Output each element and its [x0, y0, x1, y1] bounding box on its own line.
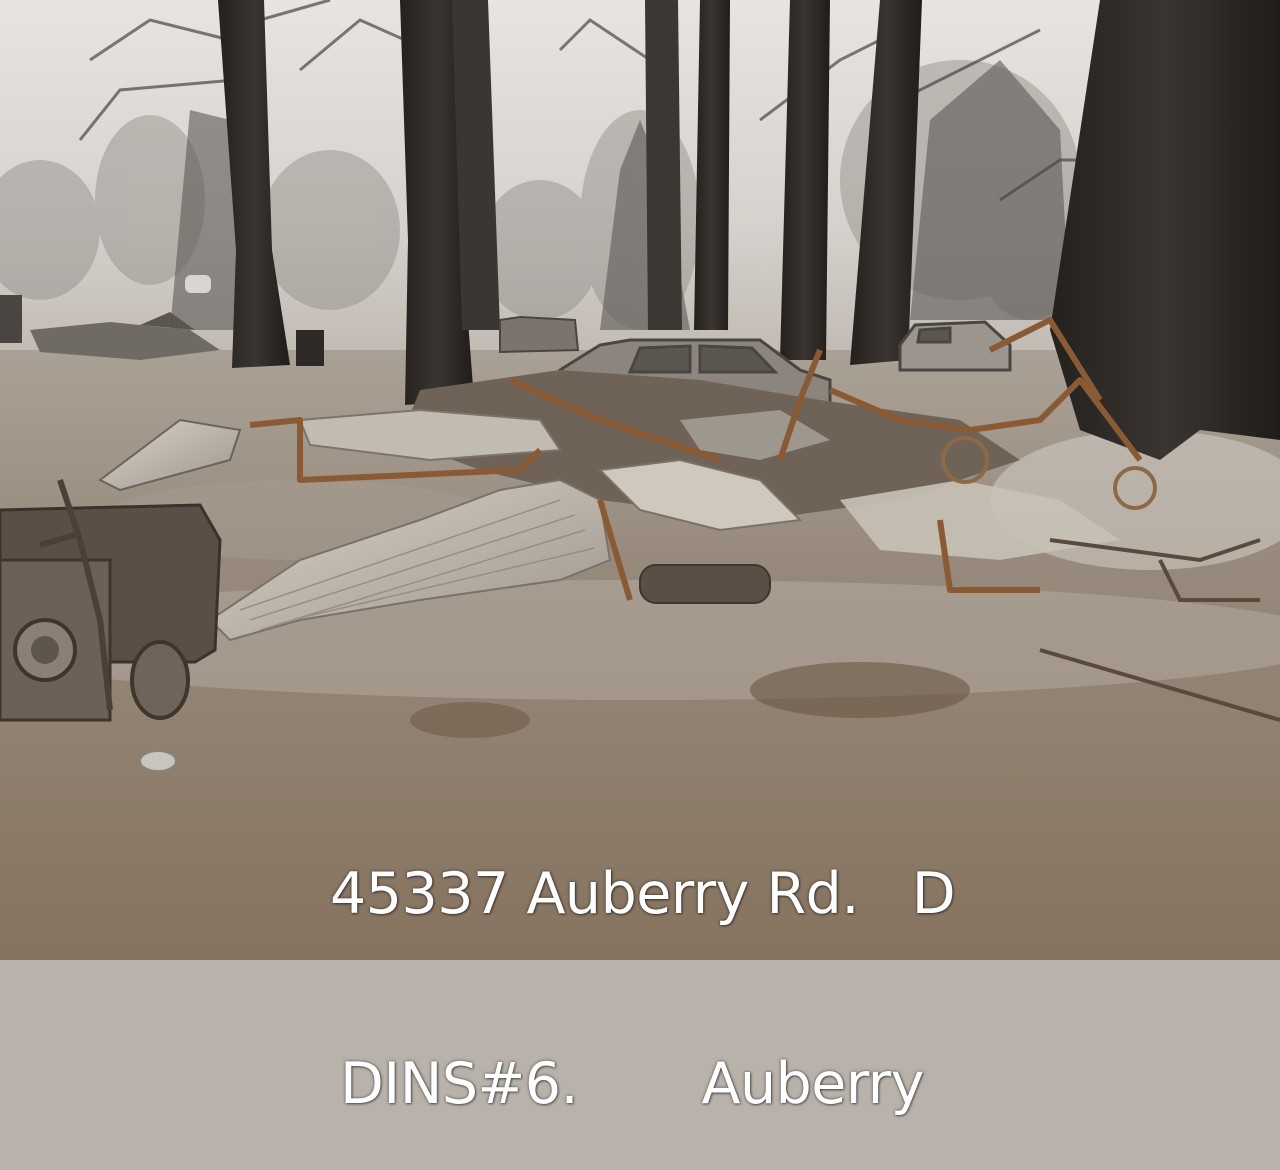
burned-vehicle-back	[499, 315, 580, 354]
address-caption: 45337 Auberry Rd. D DINS#6. Auberry	[330, 752, 1030, 1170]
caption-dins-line: DINS#6. Auberry	[340, 1051, 924, 1117]
caption-address-line: 45337 Auberry Rd. D	[330, 861, 956, 927]
pipe-cylinder	[639, 564, 771, 604]
